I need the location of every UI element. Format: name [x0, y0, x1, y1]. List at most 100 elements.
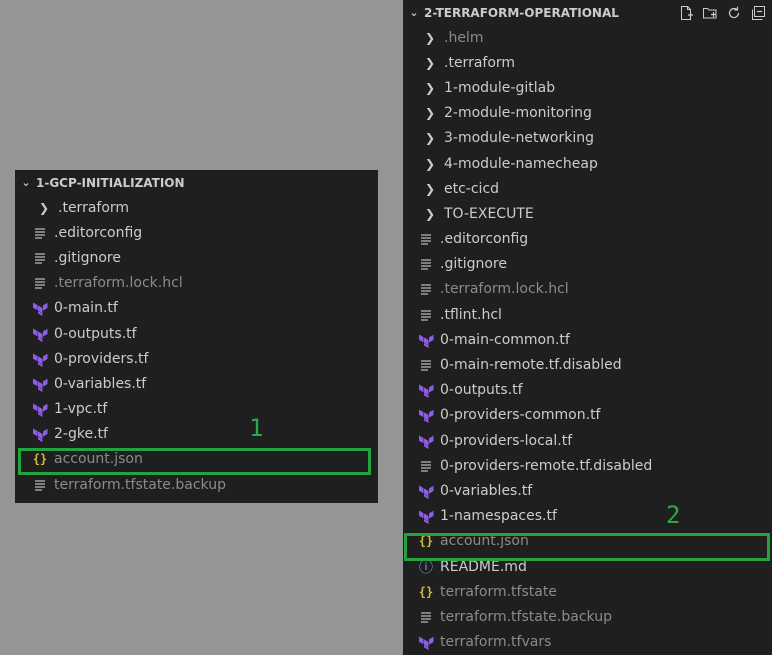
lines-file-icon: [421, 461, 431, 472]
file-item[interactable]: 0-main-common.tf: [403, 327, 772, 352]
item-label: TO-EXECUTE: [444, 205, 534, 222]
folder-item[interactable]: ❯ etc-cicd: [403, 176, 772, 201]
chevron-right-icon: ❯: [424, 206, 436, 221]
terraform-icon: [419, 485, 434, 499]
file-item[interactable]: 0-variables.tf: [15, 371, 378, 396]
file-item[interactable]: 1-namespaces.tf: [403, 504, 772, 529]
terraform-icon: [33, 428, 48, 443]
item-icon: [31, 326, 49, 342]
chevron-right-icon: ❯: [424, 55, 436, 70]
item-icon: [417, 407, 435, 424]
terraform-icon: [419, 435, 434, 449]
item-icon: ❯: [421, 81, 439, 95]
item-label: .terraform: [58, 199, 130, 216]
chevron-right-icon: ❯: [38, 200, 50, 215]
terraform-icon: [419, 384, 434, 399]
explorer-panel-terraform-operational: ⌄ 2-TERRAFORM-OPERATIONAL ❯ .helm ❯ .ter…: [403, 0, 772, 655]
item-icon: [31, 478, 49, 492]
file-item[interactable]: {} account.json: [15, 447, 378, 472]
item-icon: [31, 300, 49, 317]
lines-file-icon: [421, 284, 431, 296]
folder-item[interactable]: ❯ .terraform: [403, 50, 772, 75]
chevron-down-icon: ⌄: [409, 6, 419, 19]
item-label: .terraform.lock.hcl: [440, 281, 569, 298]
chevron-right-icon: ❯: [424, 156, 436, 171]
new-folder-icon[interactable]: [702, 5, 718, 21]
item-label: 0-main.tf: [54, 300, 118, 317]
file-item[interactable]: 0-providers-remote.tf.disabled: [403, 453, 772, 478]
file-item[interactable]: terraform.tfstate.backup: [15, 472, 378, 497]
file-item[interactable]: {} terraform.tfstate: [403, 579, 772, 604]
folder-item[interactable]: ❯ 1-module-gitlab: [403, 75, 772, 100]
item-label: etc-cicd: [444, 180, 500, 197]
item-icon: [417, 433, 435, 449]
file-item[interactable]: .terraform.lock.hcl: [15, 271, 378, 296]
file-item[interactable]: terraform.tfvars: [403, 630, 772, 655]
file-item[interactable]: 2-gke.tf: [15, 422, 378, 447]
folder-item[interactable]: ❯ .terraform: [15, 195, 378, 220]
folder-header[interactable]: ⌄ 2-TERRAFORM-OPERATIONAL: [403, 0, 772, 25]
file-item[interactable]: 0-main-remote.tf.disabled: [403, 352, 772, 377]
terraform-icon: [33, 403, 48, 418]
item-label: 0-outputs.tf: [440, 382, 523, 399]
file-item[interactable]: terraform.tfstate.backup: [403, 604, 772, 629]
file-item[interactable]: 0-providers.tf: [15, 346, 378, 371]
explorer-panel-gcp-initialization: ⌄ 1-GCP-INITIALIZATION ❯ .terraform .edito…: [15, 170, 378, 503]
file-item[interactable]: .tflint.hcl: [403, 302, 772, 327]
file-item[interactable]: 1-vpc.tf: [15, 397, 378, 422]
folder-item[interactable]: ❯ 2-module-monitoring: [403, 101, 772, 126]
chevron-right-icon: ❯: [424, 80, 436, 95]
annotation-number-1: 1: [249, 414, 264, 442]
file-item[interactable]: 0-outputs.tf: [403, 378, 772, 403]
file-item[interactable]: .editorconfig: [15, 220, 378, 245]
item-icon: [417, 282, 435, 296]
item-label: terraform.tfstate.backup: [54, 476, 226, 493]
lines-file-icon: [35, 480, 45, 491]
new-file-icon[interactable]: [678, 5, 694, 21]
lines-file-icon: [35, 253, 45, 264]
item-icon: [417, 610, 435, 624]
folder-header[interactable]: ⌄ 1-GCP-INITIALIZATION: [15, 170, 378, 195]
folder-item[interactable]: ❯ .helm: [403, 25, 772, 50]
file-item[interactable]: {} account.json: [403, 529, 772, 554]
file-item[interactable]: 0-outputs.tf: [15, 321, 378, 346]
item-label: .gitignore: [54, 249, 121, 266]
item-label: .gitignore: [440, 256, 507, 273]
info-icon: ⓘ: [419, 559, 433, 576]
folder-item[interactable]: ❯ 4-module-namecheap: [403, 151, 772, 176]
file-item[interactable]: 0-variables.tf: [403, 478, 772, 503]
item-icon: [417, 508, 435, 525]
file-item[interactable]: ⓘ README.md: [403, 554, 772, 579]
item-icon: {}: [417, 534, 435, 548]
file-item[interactable]: 0-main.tf: [15, 296, 378, 321]
item-label: .editorconfig: [440, 231, 529, 248]
folder-item[interactable]: ❯ TO-EXECUTE: [403, 201, 772, 226]
header-actions: [678, 5, 766, 21]
json-braces-icon: {}: [418, 584, 434, 599]
item-label: terraform.tfvars: [440, 634, 552, 651]
file-item[interactable]: 0-providers-common.tf: [403, 403, 772, 428]
lines-file-icon: [35, 278, 45, 289]
item-icon: ❯: [421, 207, 439, 221]
file-item[interactable]: 0-providers-local.tf: [403, 428, 772, 453]
refresh-icon[interactable]: [726, 5, 742, 21]
chevron-right-icon: ❯: [424, 131, 436, 146]
item-icon: [417, 483, 435, 499]
file-item[interactable]: .editorconfig: [403, 227, 772, 252]
file-item[interactable]: .gitignore: [403, 252, 772, 277]
item-label: 0-providers.tf: [54, 350, 149, 367]
file-item[interactable]: .gitignore: [15, 245, 378, 270]
item-icon: [31, 251, 49, 265]
lines-file-icon: [421, 234, 431, 245]
lines-file-icon: [421, 612, 431, 623]
folder-item[interactable]: ❯ 3-module-networking: [403, 126, 772, 151]
item-label: 0-providers-common.tf: [440, 407, 601, 424]
item-icon: [31, 226, 49, 240]
item-icon: {}: [417, 585, 435, 599]
item-label: 1-namespaces.tf: [440, 508, 557, 525]
chevron-right-icon: ❯: [424, 30, 436, 45]
collapse-all-icon[interactable]: [750, 5, 766, 21]
file-list: ❯ .helm ❯ .terraform ❯ 1-module-gitlab ❯ 2-modu…: [403, 25, 772, 655]
item-icon: [31, 276, 49, 290]
file-item[interactable]: .terraform.lock.hcl: [403, 277, 772, 302]
